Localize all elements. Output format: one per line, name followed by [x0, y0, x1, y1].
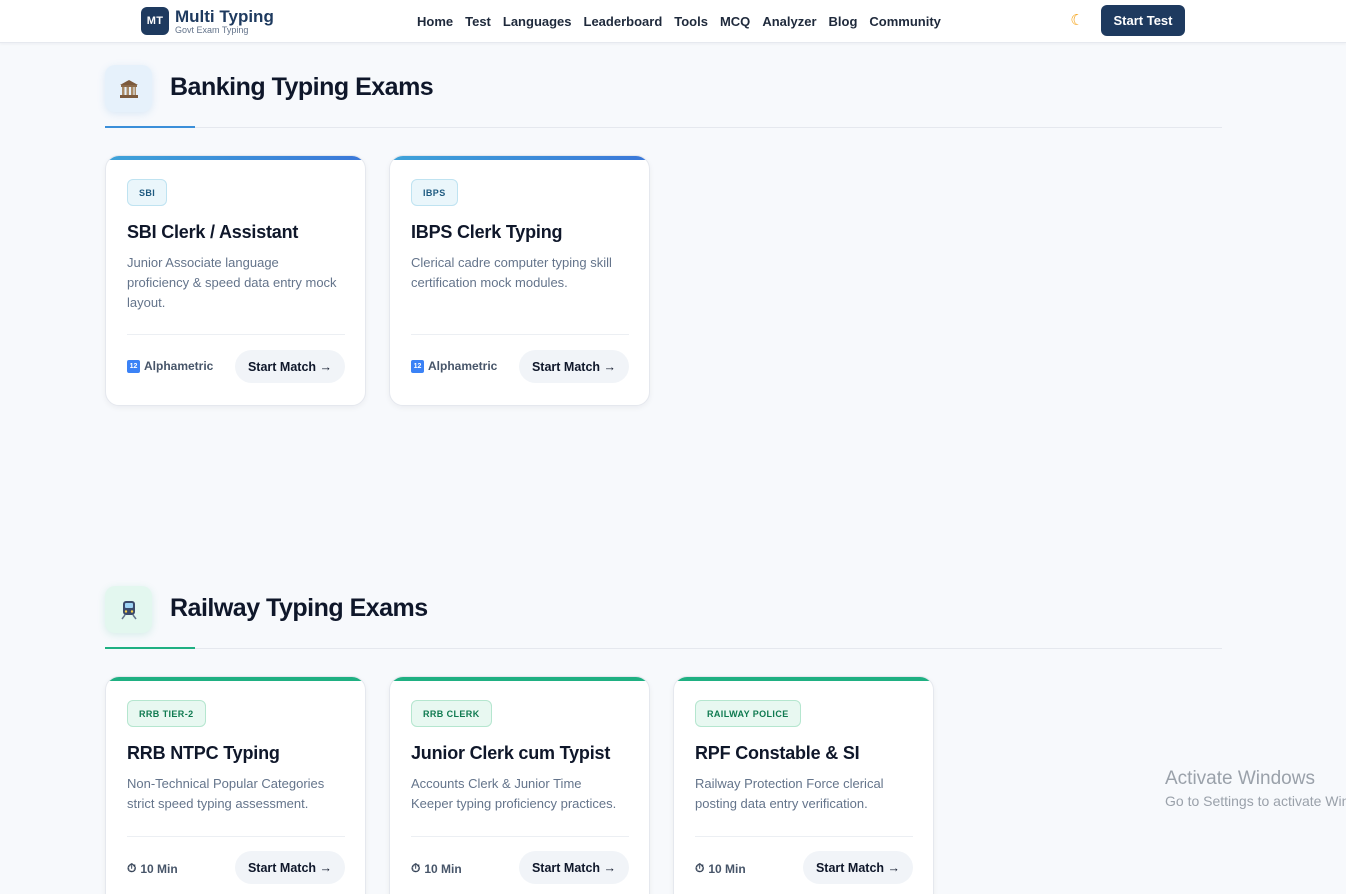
nav-mcq[interactable]: MCQ: [720, 14, 750, 29]
exam-description: Non-Technical Popular Categories strict …: [127, 776, 325, 811]
exam-meta: ⏱ 10 Min: [411, 861, 462, 876]
activate-windows-watermark: Activate Windows Go to Settings to activ…: [1165, 768, 1346, 809]
logo-title: Multi Typing: [175, 6, 274, 26]
railway-section-title: Railway Typing Exams: [170, 594, 428, 622]
exam-card-rpf: RAILWAY POLICE RPF Constable & SI Railwa…: [673, 676, 934, 894]
card-accent-bar: [674, 677, 933, 681]
exam-meta-label: Alphametric: [428, 359, 498, 373]
card-divider: [127, 334, 345, 335]
nav-analyzer[interactable]: Analyzer: [762, 14, 816, 29]
section-divider: [105, 648, 1222, 649]
logo-badge: MT: [141, 7, 169, 35]
exam-tag: IBPS: [411, 179, 458, 206]
nav-community[interactable]: Community: [869, 14, 941, 29]
exam-card-sbi: SBI SBI Clerk / Assistant Junior Associa…: [105, 155, 366, 406]
exam-description: Clerical cadre computer typing skill cer…: [411, 255, 612, 290]
moon-icon[interactable]: ☾: [1068, 12, 1086, 30]
card-accent-bar: [106, 677, 365, 681]
nav-languages[interactable]: Languages: [503, 14, 572, 29]
exam-description: Accounts Clerk & Junior Time Keeper typi…: [411, 776, 617, 811]
main-nav: Home Test Languages Leaderboard Tools MC…: [417, 0, 941, 43]
watermark-subtitle: Go to Settings to activate Windows.: [1165, 793, 1346, 809]
exam-description: Junior Associate language proficiency & …: [127, 255, 337, 310]
exam-meta: ⏱ 10 Min: [127, 861, 178, 876]
exam-tag: SBI: [127, 179, 168, 206]
numbers-icon: 12: [411, 359, 424, 373]
exam-tag: RRB CLERK: [411, 700, 492, 727]
nav-test[interactable]: Test: [465, 14, 491, 29]
exam-meta-label: 10 Min: [424, 861, 462, 876]
logo-subtitle: Govt Exam Typing: [175, 24, 249, 35]
section-divider: [105, 127, 1222, 128]
bank-icon: [105, 65, 152, 112]
card-accent-bar: [106, 156, 365, 160]
exam-tag: RRB TIER-2: [127, 700, 206, 727]
section-accent-bar: [105, 647, 195, 649]
railway-section-header: Railway Typing Exams: [105, 586, 1222, 650]
exam-description: Railway Protection Force clerical postin…: [695, 776, 884, 811]
exam-meta-label: 10 Min: [708, 861, 746, 876]
exam-title: RPF Constable & SI: [695, 743, 860, 763]
card-accent-bar: [390, 156, 649, 160]
exam-title: Junior Clerk cum Typist: [411, 743, 611, 763]
watermark-title: Activate Windows: [1165, 768, 1315, 789]
nav-leaderboard[interactable]: Leaderboard: [584, 14, 663, 29]
clock-icon: ⏱: [127, 861, 137, 875]
start-test-button[interactable]: Start Test: [1101, 5, 1185, 36]
card-divider: [411, 836, 629, 837]
start-match-button[interactable]: Start Match →: [235, 350, 345, 383]
top-navbar: MT Multi Typing Govt Exam Typing Home Te…: [0, 0, 1346, 43]
nav-home[interactable]: Home: [417, 14, 453, 29]
banking-section-header: Banking Typing Exams: [105, 65, 1222, 129]
banking-section-title: Banking Typing Exams: [170, 73, 434, 101]
logo-text: Multi Typing Govt Exam Typing: [175, 8, 274, 35]
exam-meta: 12 Alphametric: [411, 359, 497, 373]
nav-tools[interactable]: Tools: [674, 14, 708, 29]
section-accent-bar: [105, 126, 195, 128]
numbers-icon: 12: [127, 359, 140, 373]
exam-tag: RAILWAY POLICE: [695, 700, 801, 727]
exam-card-ibps: IBPS IBPS Clerk Typing Clerical cadre co…: [389, 155, 650, 406]
site-logo[interactable]: MT Multi Typing Govt Exam Typing: [141, 7, 274, 35]
start-match-button[interactable]: Start Match →: [803, 851, 913, 884]
exam-title: RRB NTPC Typing: [127, 743, 280, 763]
clock-icon: ⏱: [695, 861, 705, 875]
exam-card-rrb-ntpc: RRB TIER-2 RRB NTPC Typing Non-Technical…: [105, 676, 366, 894]
card-accent-bar: [390, 677, 649, 681]
card-divider: [127, 836, 345, 837]
exam-meta-label: 10 Min: [140, 861, 178, 876]
start-match-button[interactable]: Start Match →: [235, 851, 345, 884]
clock-icon: ⏱: [411, 861, 421, 875]
exam-title: SBI Clerk / Assistant: [127, 222, 299, 242]
card-divider: [695, 836, 913, 837]
exam-card-junior-clerk: RRB CLERK Junior Clerk cum Typist Accoun…: [389, 676, 650, 894]
exam-meta: 12 Alphametric: [127, 359, 213, 373]
exam-title: IBPS Clerk Typing: [411, 222, 563, 242]
exam-meta: ⏱ 10 Min: [695, 861, 746, 876]
card-divider: [411, 334, 629, 335]
start-match-button[interactable]: Start Match →: [519, 350, 629, 383]
start-match-button[interactable]: Start Match →: [519, 851, 629, 884]
exam-meta-label: Alphametric: [144, 359, 214, 373]
nav-blog[interactable]: Blog: [829, 14, 858, 29]
train-icon: [105, 586, 152, 633]
